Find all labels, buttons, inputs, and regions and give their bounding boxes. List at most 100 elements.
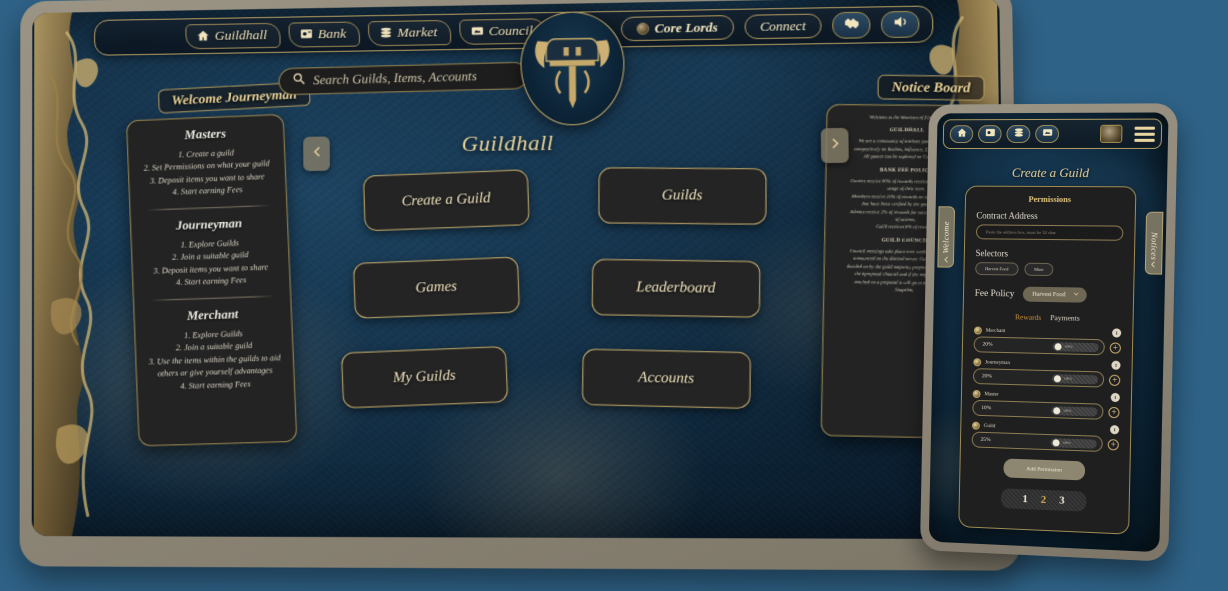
guild-icon [971,421,980,430]
permission-name: Merchant [985,327,1006,334]
mobile-welcome-side-tab[interactable]: Welcome [937,206,956,268]
notice-panel-collapse-button[interactable] [820,127,849,164]
role-block-journeyman: Journeyman 1. Explore Guilds 2. Join a s… [138,215,283,291]
permission-slider[interactable]: 100% [1052,341,1099,352]
pager-step-1[interactable]: 1 [1022,493,1028,505]
pager-step-3[interactable]: 3 [1059,495,1065,507]
add-permission-plus-button[interactable]: + [1107,438,1119,451]
connect-wallet-button[interactable]: Connect [744,13,822,40]
chevron-right-icon [828,134,842,158]
notice-board-header: Notice Board [877,74,985,101]
menu-button-leaderboard[interactable]: Leaderboard [591,258,761,318]
handshake-icon [842,14,860,37]
slider-knob[interactable] [1053,374,1062,382]
contract-address-input[interactable]: Paste the address box, must be 32 char [975,224,1124,241]
permission-badge: 1 [1111,328,1122,338]
core-lords-label: Core Lords [654,19,718,36]
mobile-notices-side-tab[interactable]: Notices [1144,211,1164,275]
search-bar[interactable]: Search Guilds, Items, Accounts [278,61,529,96]
permission-slider[interactable]: 100% [1051,373,1099,384]
permission-header: Merchant 1 [973,325,1122,338]
coins-icon [379,26,392,39]
sound-toggle-button[interactable] [880,10,920,39]
fee-policy-row: Fee Policy Harvest Food [975,286,1123,303]
avatar[interactable] [1099,124,1123,143]
fee-policy-label: Fee Policy [974,288,1015,299]
nav-item-label: Council [488,21,533,38]
permission-slider[interactable]: 100% [1051,405,1098,417]
ornate-border-left [32,12,111,537]
desktop-screen: Guildhall Bank Market Council Core Lords… [31,0,1008,540]
main-menu-grid: Create a Guild Guilds Games Leaderboard … [335,167,775,437]
permission-badge: 1 [1111,360,1121,370]
menu-button-create-a-guild[interactable]: Create a Guild [362,169,530,232]
search-input[interactable]: Search Guilds, Items, Accounts [313,69,477,88]
chevron-right-icon [941,254,950,264]
mobile-nav-market[interactable] [1006,125,1031,143]
connect-label: Connect [759,17,806,34]
chevron-down-icon [1071,290,1080,299]
rewards-payments-tabs: Rewards Payments [974,312,1121,324]
add-permission-plus-button[interactable]: + [1108,406,1120,418]
permission-value-box[interactable]: 20% 100% [972,368,1105,388]
role-step: 3. Use the items within the guilds to ai… [148,352,281,379]
mobile-screen: Create a Guild Permissions Contract Addr… [928,112,1169,553]
merchant-icon [973,325,982,335]
mobile-welcome-tab-label: Welcome [941,221,951,254]
tab-rewards[interactable]: Rewards [1015,312,1041,321]
selector-chip-harvest-food[interactable]: Harvest Food [975,262,1019,276]
add-permission-plus-button[interactable]: + [1109,341,1121,354]
menu-button-my-guilds[interactable]: My Guilds [340,346,509,409]
permissions-section-title: Permissions [1028,194,1072,205]
permission-percent: 25% [980,436,991,444]
nav-item-guildhall[interactable]: Guildhall [185,22,281,49]
search-icon [292,71,307,90]
contract-address-label: Contract Address [976,210,1038,221]
vault-icon [984,125,995,143]
mobile-nav-home[interactable] [949,125,974,144]
permission-value-box[interactable]: 10% 100% [972,399,1104,420]
permission-value-box[interactable]: 25% 100% [971,431,1103,452]
menu-button-games[interactable]: Games [352,256,521,319]
mobile-notices-tab-label: Notices [1149,232,1159,261]
scroll-icon [470,24,483,37]
slider-knob[interactable] [1054,342,1062,350]
vault-icon [300,27,313,40]
welcome-panel-collapse-button[interactable] [303,136,330,172]
core-lords-button[interactable]: Core Lords [621,14,734,42]
permission-slider[interactable]: 100% [1050,437,1097,449]
slider-label: 100% [1064,344,1073,349]
slider-label: 100% [1063,408,1072,413]
pager-step-2[interactable]: 2 [1041,494,1047,506]
mobile-nav-bank[interactable] [977,125,1002,144]
add-permission-button[interactable]: Add Permission [1003,458,1086,481]
journeyman-icon [973,357,982,366]
permission-name: Journeyman [985,358,1011,366]
menu-button-guilds[interactable]: Guilds [598,167,767,225]
tab-payments[interactable]: Payments [1050,313,1080,323]
nav-item-label: Market [397,23,438,40]
step-pager: 1 2 3 [1000,488,1087,512]
desktop-device-frame: Guildhall Bank Market Council Core Lords… [19,0,1022,571]
permission-row-merchant: Merchant 1 20% 100% + [973,325,1122,356]
fee-policy-value: Harvest Food [1032,290,1066,299]
permission-row-guild: Guild 1 25% 100% + [971,421,1120,453]
permission-row-journeyman: Journeyman 1 20% 100% + [972,357,1121,388]
slider-knob[interactable] [1053,406,1061,414]
fee-policy-select[interactable]: Harvest Food [1023,286,1087,303]
nav-item-bank[interactable]: Bank [288,20,360,48]
mobile-nav-council[interactable] [1035,124,1060,143]
slider-knob[interactable] [1052,438,1060,446]
speaker-icon [891,13,909,36]
nav-item-market[interactable]: Market [367,19,451,46]
primary-nav-group: Guildhall Bank Market Council [185,17,547,49]
hamburger-menu-icon[interactable] [1134,126,1155,142]
selector-chip-mine[interactable]: Mine [1024,262,1054,277]
permission-control: 10% 100% + [972,399,1120,420]
add-permission-plus-button[interactable]: + [1108,374,1121,386]
permission-value-box[interactable]: 20% 100% [973,336,1105,356]
scroll-icon [1041,125,1052,143]
divider [145,204,272,211]
handshake-button[interactable] [832,11,871,39]
menu-button-accounts[interactable]: Accounts [581,348,752,409]
